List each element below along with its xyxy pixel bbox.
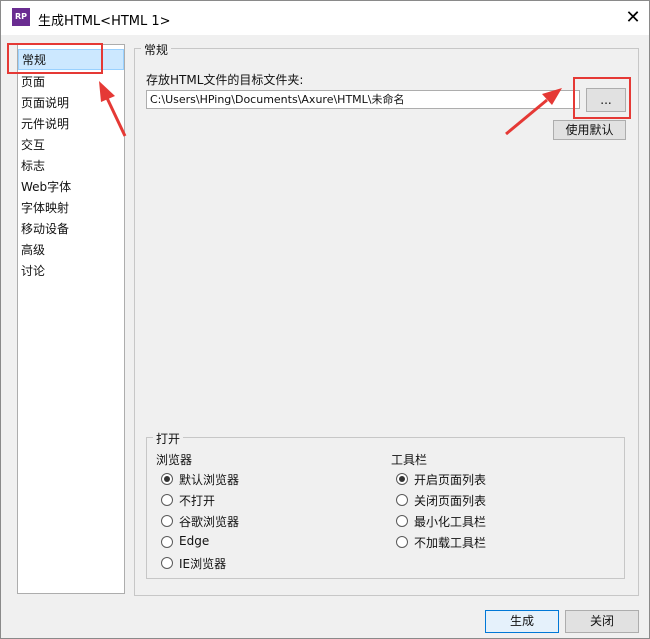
generate-html-dialog: RP 生成HTML<HTML 1> ✕ 常规 页面 页面说明 元件说明 交互 标… (0, 0, 650, 639)
arrow-to-browse (505, 88, 562, 136)
annotation-arrows (99, 81, 562, 137)
arrow-to-general (99, 81, 127, 137)
